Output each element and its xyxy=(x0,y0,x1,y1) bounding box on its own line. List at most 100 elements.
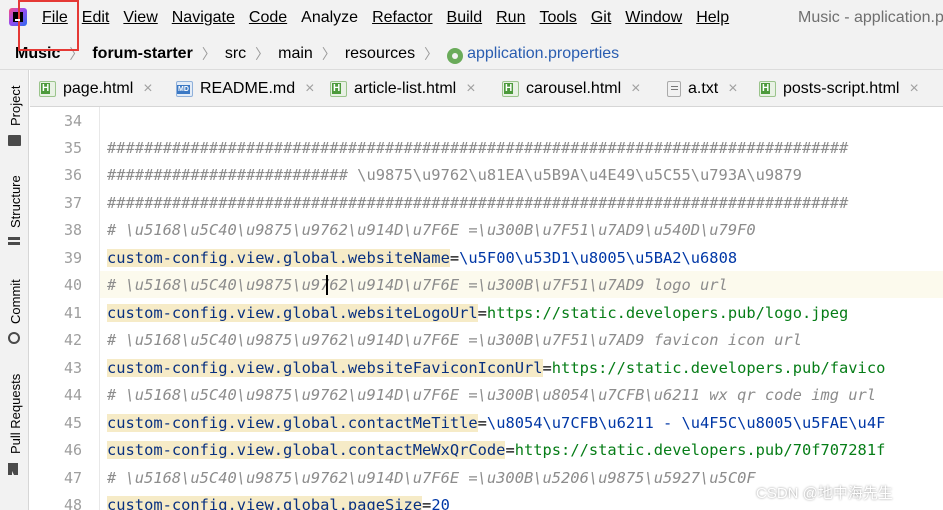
code-line: # \u5168\u5C40\u9875\u9762\u914D\u7F6E =… xyxy=(107,326,802,353)
menu-code[interactable]: Code xyxy=(249,9,287,27)
code-line: ########################## \u9875\u9762\… xyxy=(107,161,802,188)
structure-icon xyxy=(8,237,20,246)
code-line: # \u5168\u5C40\u9875\u9762\u914D\u7F6E =… xyxy=(107,381,876,408)
line-number: 38 xyxy=(63,221,82,239)
close-icon[interactable]: × xyxy=(631,80,640,98)
line-number: 35 xyxy=(63,139,82,157)
tab-carousel-html[interactable]: carousel.html × xyxy=(502,70,641,107)
menu-tools[interactable]: Tools xyxy=(539,9,576,27)
comment-text: ########################################… xyxy=(107,138,849,157)
menu-file[interactable]: File xyxy=(42,9,68,27)
breadcrumb-chevron-icon: 〉 xyxy=(69,46,84,62)
property-value: 20 xyxy=(431,495,450,510)
comment-text: # \u5168\u5C40\u9875\u9762\u914D\u7F6E =… xyxy=(107,275,728,294)
tab-label: posts-script.html xyxy=(783,79,900,97)
window-title: Music - application.p xyxy=(798,9,943,26)
equals-sign: = xyxy=(477,413,487,432)
tab-label: carousel.html xyxy=(526,79,622,97)
tool-tab-pull-requests-label: Pull Requests xyxy=(8,373,23,454)
equals-sign: = xyxy=(422,495,432,510)
line-number: 37 xyxy=(63,194,82,212)
property-key: custom-config.view.global.websiteLogoUrl xyxy=(107,303,478,322)
navigation-bar: Music 〉 forum-starter 〉 src 〉 main 〉 res… xyxy=(0,36,943,70)
line-number: 42 xyxy=(63,331,82,349)
text-caret xyxy=(326,275,328,295)
code-editor[interactable]: ########################################… xyxy=(100,107,943,510)
comment-text: # \u5168\u5C40\u9875\u9762\u914D\u7F6E =… xyxy=(107,385,877,404)
menu-git[interactable]: Git xyxy=(591,9,611,27)
code-line: # \u5168\u5C40\u9875\u9762\u914D\u7F6E =… xyxy=(107,216,756,243)
html-file-icon xyxy=(39,80,56,97)
tab-label: page.html xyxy=(63,79,134,97)
tool-tab-commit[interactable]: Commit xyxy=(3,275,27,355)
menu-run[interactable]: Run xyxy=(496,9,525,27)
menu-analyze[interactable]: Analyze xyxy=(301,9,358,27)
tool-window-strip: Project Structure Commit Pull Requests xyxy=(0,70,29,510)
tool-tab-pull-requests[interactable]: Pull Requests xyxy=(3,372,27,502)
folder-icon xyxy=(8,135,21,146)
line-number: 36 xyxy=(63,166,82,184)
comment-text: # \u5168\u5C40\u9875\u9762\u914D\u7F6E =… xyxy=(107,330,802,349)
line-number: 45 xyxy=(63,414,82,432)
tab-label: article-list.html xyxy=(354,79,457,97)
property-key: custom-config.view.global.websiteName xyxy=(107,248,450,267)
tab-article-list-html[interactable]: article-list.html × xyxy=(330,70,476,107)
property-value: https://static.developers.pub/70f707281f xyxy=(514,440,886,459)
tab-label: README.md xyxy=(200,79,296,97)
markdown-file-icon xyxy=(176,80,193,97)
line-number: 34 xyxy=(63,112,82,130)
close-icon[interactable]: × xyxy=(728,80,737,98)
menu-view[interactable]: View xyxy=(123,9,157,27)
menu-navigate[interactable]: Navigate xyxy=(172,9,235,27)
html-file-icon xyxy=(759,80,776,97)
breadcrumb-src[interactable]: src xyxy=(225,45,246,63)
tab-readme-md[interactable]: README.md × xyxy=(176,70,314,107)
html-file-icon xyxy=(502,80,519,97)
comment-text: ########################################… xyxy=(107,193,849,212)
breadcrumb-project[interactable]: Music xyxy=(15,45,60,63)
tool-tab-project[interactable]: Project xyxy=(3,78,27,150)
menu-refactor[interactable]: Refactor xyxy=(372,9,432,27)
watermark: CSDN @地中海先生 xyxy=(756,485,893,502)
property-key: custom-config.view.global.pageSize xyxy=(107,495,423,510)
property-value: \u5F00\u53D1\u8005\u5BA2\u6808 xyxy=(459,248,738,267)
tab-page-html[interactable]: page.html × xyxy=(39,70,153,107)
close-icon[interactable]: × xyxy=(909,80,918,98)
close-icon[interactable]: × xyxy=(305,80,314,98)
menu-edit[interactable]: Edit xyxy=(82,9,110,27)
html-file-icon xyxy=(330,80,347,97)
text-file-icon xyxy=(667,80,681,97)
code-line: custom-config.view.global.websiteLogoUrl… xyxy=(107,299,848,326)
tab-posts-script-html[interactable]: posts-script.html × xyxy=(759,70,919,107)
property-value: https://static.developers.pub/logo.jpeg xyxy=(486,303,849,322)
code-line: # \u5168\u5C40\u9875\u9762\u914D\u7F6E =… xyxy=(107,271,728,298)
menu-window[interactable]: Window xyxy=(625,9,682,27)
breadcrumb-file[interactable]: application.properties xyxy=(467,45,619,63)
breadcrumb-main[interactable]: main xyxy=(278,45,313,63)
line-number: 43 xyxy=(63,359,82,377)
line-number: 44 xyxy=(63,386,82,404)
breadcrumb: Music 〉 forum-starter 〉 src 〉 main 〉 res… xyxy=(15,44,619,64)
code-line: custom-config.view.global.websiteFavicon… xyxy=(107,354,885,381)
tool-tab-structure-label: Structure xyxy=(8,175,23,228)
breadcrumb-resources[interactable]: resources xyxy=(345,45,415,63)
close-icon[interactable]: × xyxy=(466,80,475,98)
menu-help[interactable]: Help xyxy=(696,9,729,27)
code-line: ########################################… xyxy=(107,134,848,161)
close-icon[interactable]: × xyxy=(143,80,152,98)
line-number-gutter[interactable]: 34 35 36 37 38 39 40 41 42 43 44 45 46 4… xyxy=(30,107,100,510)
equals-sign: = xyxy=(477,303,487,322)
intellij-logo-icon[interactable] xyxy=(9,8,27,26)
menu-build[interactable]: Build xyxy=(447,9,483,27)
editor-tabs: page.html × README.md × article-list.htm… xyxy=(30,70,943,107)
code-line: custom-config.view.global.pageSize = 20 xyxy=(107,491,450,510)
tool-tab-structure[interactable]: Structure xyxy=(3,170,27,262)
properties-file-icon xyxy=(447,48,464,64)
code-line: custom-config.view.global.websiteName = \u… xyxy=(107,244,737,271)
breadcrumb-module[interactable]: forum-starter xyxy=(92,45,192,63)
comment-text: # \u5168\u5C40\u9875\u9762\u914D\u7F6E =… xyxy=(107,220,756,239)
comment-text: # \u5168\u5C40\u9875\u9762\u914D\u7F6E =… xyxy=(107,468,756,487)
code-line: ########################################… xyxy=(107,189,848,216)
line-number: 47 xyxy=(63,469,82,487)
tab-a-txt[interactable]: a.txt × xyxy=(667,70,738,107)
